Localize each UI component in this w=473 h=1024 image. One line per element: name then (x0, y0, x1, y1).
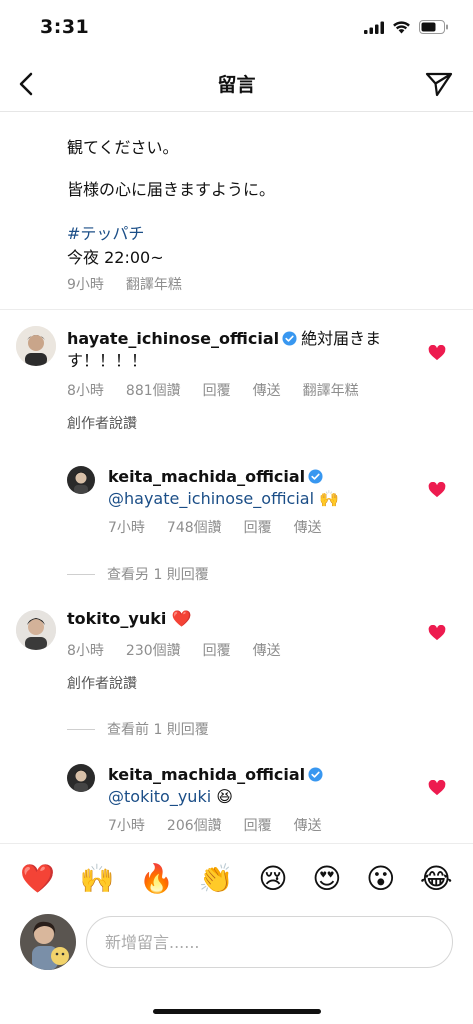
liked-heart-icon[interactable] (428, 625, 446, 641)
reply-body: keita_machida_official @hayate_ichinose_o… (108, 466, 428, 510)
verified-badge-icon (308, 469, 323, 484)
comment-likes[interactable]: 230個讚 (126, 640, 181, 660)
avatar-image (67, 764, 95, 792)
comment-body: tokito_yuki ❤️ (67, 608, 407, 630)
status-bar: 3:31 (0, 0, 473, 56)
reply-button[interactable]: 回覆 (244, 517, 272, 537)
nav-bar: 留言 (0, 56, 473, 112)
translate-link[interactable]: 翻譯年糕 (126, 274, 182, 294)
emoji-heart-button[interactable]: ❤️ (20, 864, 55, 893)
creator-liked-label: 創作者說讚 (67, 676, 137, 692)
comment-input[interactable] (86, 916, 453, 968)
my-avatar[interactable] (20, 914, 76, 970)
emoji-raised-hands-button[interactable]: 🙌 (80, 864, 115, 893)
send-button[interactable]: 傳送 (294, 517, 322, 537)
emoji-laughing-button[interactable]: 😂 (420, 864, 453, 893)
view-previous-replies[interactable]: 查看前 1 則回覆 (67, 719, 209, 739)
comment-composer (0, 913, 473, 973)
caption-meta: 9小時 翻譯年糕 (67, 274, 182, 294)
caption-line: 皆様の心に届きますように。 (67, 180, 276, 199)
comment-likes[interactable]: 881個讚 (126, 380, 181, 400)
reply-username[interactable]: keita_machida_official (108, 467, 305, 486)
divider-line (67, 728, 95, 730)
creator-liked-label: 創作者說讚 (67, 416, 137, 432)
comment-meta: 8小時 230個讚 回覆 傳送 (67, 640, 281, 660)
reply-time: 7小時 (108, 818, 145, 834)
reply-meta: 7小時 748個讚 回覆 傳送 (108, 517, 322, 537)
home-indicator (152, 1009, 321, 1014)
comment-text: す！！！！ (67, 351, 148, 370)
status-icons (364, 20, 449, 34)
cellular-signal-icon (364, 21, 384, 34)
view-more-label: 查看另 1 則回覆 (107, 567, 209, 583)
comment-time: 8小時 (67, 643, 104, 659)
verified-badge-icon (282, 331, 297, 346)
avatar-image (20, 914, 76, 970)
reply-button[interactable]: 回覆 (244, 815, 272, 835)
emoji-heart-eyes-button[interactable]: 😍 (312, 864, 341, 893)
emoji-clap-button[interactable]: 👏 (199, 864, 234, 893)
wifi-icon (393, 21, 410, 34)
reply-meta: 7小時 206個讚 回覆 傳送 (108, 815, 322, 835)
comment-text: ❤️ (171, 609, 192, 628)
mention-link[interactable]: @hayate_ichinose_official (108, 489, 314, 508)
comment-username[interactable]: hayate_ichinose_official (67, 329, 279, 348)
comment-time: 8小時 (67, 383, 104, 399)
avatar-image (16, 326, 56, 366)
emoji-surprised-button[interactable]: 😮 (366, 864, 395, 893)
caption-time: 9小時 (67, 277, 104, 293)
view-prev-label: 查看前 1 則回覆 (107, 722, 209, 738)
avatar[interactable] (16, 326, 56, 366)
avatar[interactable] (67, 764, 95, 792)
paper-plane-icon (425, 72, 453, 97)
comment-body: hayate_ichinose_official 絶対届きます！！！！ (67, 328, 407, 372)
reply-likes[interactable]: 206個讚 (167, 815, 222, 835)
avatar[interactable] (67, 466, 95, 494)
reply-emoji: 😆 (216, 787, 233, 806)
reply-emoji: 🙌 (319, 489, 340, 508)
liked-heart-icon[interactable] (428, 780, 446, 796)
send-button[interactable]: 傳送 (253, 640, 281, 660)
emoji-crying-button[interactable]: 😢 (258, 864, 287, 893)
caption-line: 観てください。 (67, 138, 179, 157)
reply-button[interactable]: 回覆 (203, 640, 231, 660)
caption-line: 今夜 22:00~ (67, 248, 164, 267)
reply-username[interactable]: keita_machida_official (108, 765, 305, 784)
share-button[interactable] (421, 66, 457, 102)
comment-text: 絶対届きま (301, 329, 382, 348)
divider-line (67, 573, 95, 575)
verified-badge-icon (308, 767, 323, 782)
reply-likes[interactable]: 748個讚 (167, 517, 222, 537)
comment-meta: 8小時 881個讚 回覆 傳送 翻譯年糕 (67, 380, 359, 400)
page-title: 留言 (217, 74, 256, 96)
quick-emoji-bar: ❤️ 🙌 🔥 👏 😢 😍 😮 😂 (0, 843, 473, 913)
status-time: 3:31 (40, 16, 90, 38)
liked-heart-icon[interactable] (428, 482, 446, 498)
post-caption: 観てください。 皆様の心に届きますように。 #テッパチ 今夜 22:00~ 9小… (0, 112, 473, 310)
reply-button[interactable]: 回覆 (203, 380, 231, 400)
caption-hashtag[interactable]: #テッパチ (67, 220, 144, 244)
translate-link[interactable]: 翻譯年糕 (303, 380, 359, 400)
send-button[interactable]: 傳送 (253, 380, 281, 400)
avatar[interactable] (16, 610, 56, 650)
mention-link[interactable]: @tokito_yuki (108, 787, 211, 806)
avatar-image (16, 610, 56, 650)
battery-icon (419, 20, 448, 34)
comment-username[interactable]: tokito_yuki (67, 609, 166, 628)
avatar-image (67, 466, 95, 494)
liked-heart-icon[interactable] (428, 345, 446, 361)
emoji-fire-button[interactable]: 🔥 (139, 864, 174, 893)
reply-body: keita_machida_official @tokito_yuki 😆 (108, 764, 428, 808)
view-more-replies[interactable]: 查看另 1 則回覆 (67, 564, 209, 584)
reply-time: 7小時 (108, 520, 145, 536)
send-button[interactable]: 傳送 (294, 815, 322, 835)
